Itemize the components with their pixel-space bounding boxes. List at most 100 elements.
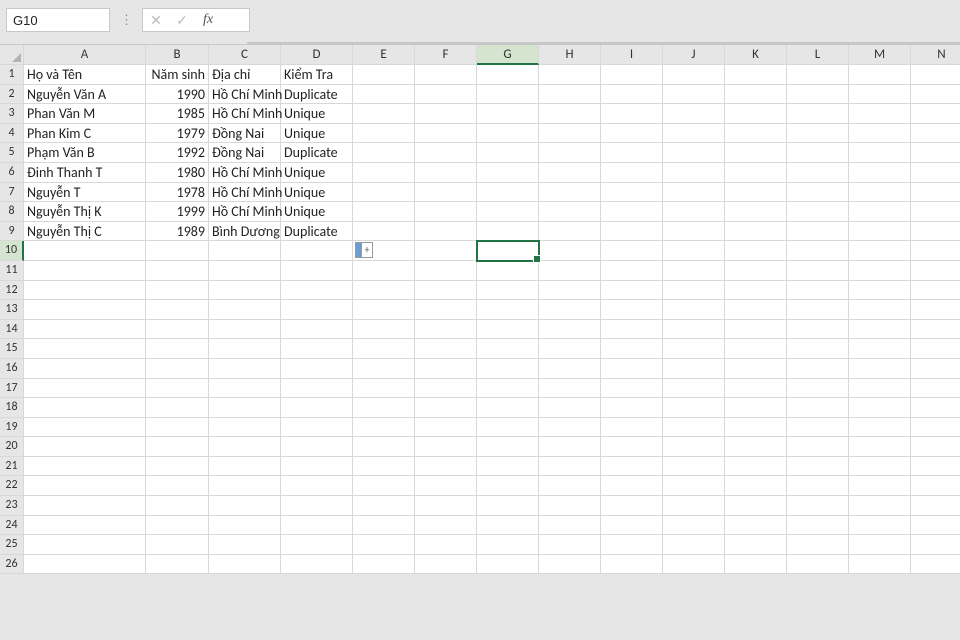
cell-K6[interactable] (725, 163, 787, 183)
row-header-12[interactable]: 12 (0, 281, 24, 301)
cell-H5[interactable] (539, 143, 601, 163)
cell-G21[interactable] (477, 457, 539, 477)
cell-G22[interactable] (477, 476, 539, 496)
cell-M13[interactable] (849, 300, 911, 320)
cell-C16[interactable] (209, 359, 281, 379)
cell-K16[interactable] (725, 359, 787, 379)
cell-B6[interactable]: 1980 (146, 163, 209, 183)
cell-I6[interactable] (601, 163, 663, 183)
cell-L14[interactable] (787, 320, 849, 340)
cell-L3[interactable] (787, 104, 849, 124)
cell-N25[interactable] (911, 535, 960, 555)
cell-D14[interactable] (281, 320, 353, 340)
column-header-D[interactable]: D (281, 45, 353, 65)
cell-J9[interactable] (663, 222, 725, 242)
cell-J16[interactable] (663, 359, 725, 379)
cell-H23[interactable] (539, 496, 601, 516)
cell-G19[interactable] (477, 418, 539, 438)
cell-I3[interactable] (601, 104, 663, 124)
cell-C12[interactable] (209, 281, 281, 301)
cell-N22[interactable] (911, 476, 960, 496)
cell-J8[interactable] (663, 202, 725, 222)
cell-F8[interactable] (415, 202, 477, 222)
formula-bar-input[interactable] (247, 42, 960, 44)
cell-K18[interactable] (725, 398, 787, 418)
cell-B19[interactable] (146, 418, 209, 438)
cell-C13[interactable] (209, 300, 281, 320)
cell-C22[interactable] (209, 476, 281, 496)
cell-F7[interactable] (415, 183, 477, 203)
row-header-14[interactable]: 14 (0, 320, 24, 340)
cell-I25[interactable] (601, 535, 663, 555)
cell-D12[interactable] (281, 281, 353, 301)
cell-A6[interactable]: Đinh Thanh T (24, 163, 146, 183)
cell-F22[interactable] (415, 476, 477, 496)
cell-H11[interactable] (539, 261, 601, 281)
cell-C24[interactable] (209, 516, 281, 536)
cell-E26[interactable] (353, 555, 415, 575)
cell-J7[interactable] (663, 183, 725, 203)
cell-N5[interactable] (911, 143, 960, 163)
cell-K13[interactable] (725, 300, 787, 320)
cell-H9[interactable] (539, 222, 601, 242)
cell-L25[interactable] (787, 535, 849, 555)
cell-I8[interactable] (601, 202, 663, 222)
cell-I12[interactable] (601, 281, 663, 301)
cell-M12[interactable] (849, 281, 911, 301)
cell-A9[interactable]: Nguyễn Thị C (24, 222, 146, 242)
row-header-11[interactable]: 11 (0, 261, 24, 281)
cell-I20[interactable] (601, 437, 663, 457)
cell-N1[interactable] (911, 65, 960, 85)
row-header-10[interactable]: 10 (0, 241, 24, 261)
cell-J6[interactable] (663, 163, 725, 183)
cell-M14[interactable] (849, 320, 911, 340)
cell-C14[interactable] (209, 320, 281, 340)
cell-D23[interactable] (281, 496, 353, 516)
cell-H8[interactable] (539, 202, 601, 222)
cell-D4[interactable]: Unique (281, 124, 353, 144)
cell-J21[interactable] (663, 457, 725, 477)
cell-B12[interactable] (146, 281, 209, 301)
cell-N9[interactable] (911, 222, 960, 242)
cell-E1[interactable] (353, 65, 415, 85)
cell-N10[interactable] (911, 241, 960, 261)
cell-B25[interactable] (146, 535, 209, 555)
cell-G11[interactable] (477, 261, 539, 281)
column-header-A[interactable]: A (24, 45, 146, 65)
cell-H24[interactable] (539, 516, 601, 536)
cell-K8[interactable] (725, 202, 787, 222)
cell-M6[interactable] (849, 163, 911, 183)
cell-C2[interactable]: Hồ Chí Minh (209, 85, 281, 105)
cell-A14[interactable] (24, 320, 146, 340)
cell-N24[interactable] (911, 516, 960, 536)
cell-K7[interactable] (725, 183, 787, 203)
cell-H4[interactable] (539, 124, 601, 144)
cell-K4[interactable] (725, 124, 787, 144)
cell-N14[interactable] (911, 320, 960, 340)
row-header-13[interactable]: 13 (0, 300, 24, 320)
cell-D22[interactable] (281, 476, 353, 496)
cell-D18[interactable] (281, 398, 353, 418)
cell-K26[interactable] (725, 555, 787, 575)
cell-A11[interactable] (24, 261, 146, 281)
cell-L22[interactable] (787, 476, 849, 496)
row-header-24[interactable]: 24 (0, 516, 24, 536)
cell-L11[interactable] (787, 261, 849, 281)
cell-I10[interactable] (601, 241, 663, 261)
cell-A16[interactable] (24, 359, 146, 379)
cell-M19[interactable] (849, 418, 911, 438)
cell-F15[interactable] (415, 339, 477, 359)
cell-E20[interactable] (353, 437, 415, 457)
cell-H26[interactable] (539, 555, 601, 575)
enter-button[interactable]: ✓ (169, 9, 195, 31)
cell-L9[interactable] (787, 222, 849, 242)
cell-H21[interactable] (539, 457, 601, 477)
cell-G24[interactable] (477, 516, 539, 536)
cell-G7[interactable] (477, 183, 539, 203)
cell-C11[interactable] (209, 261, 281, 281)
cell-J20[interactable] (663, 437, 725, 457)
row-header-7[interactable]: 7 (0, 183, 24, 203)
cell-E22[interactable] (353, 476, 415, 496)
cell-G16[interactable] (477, 359, 539, 379)
cell-H7[interactable] (539, 183, 601, 203)
